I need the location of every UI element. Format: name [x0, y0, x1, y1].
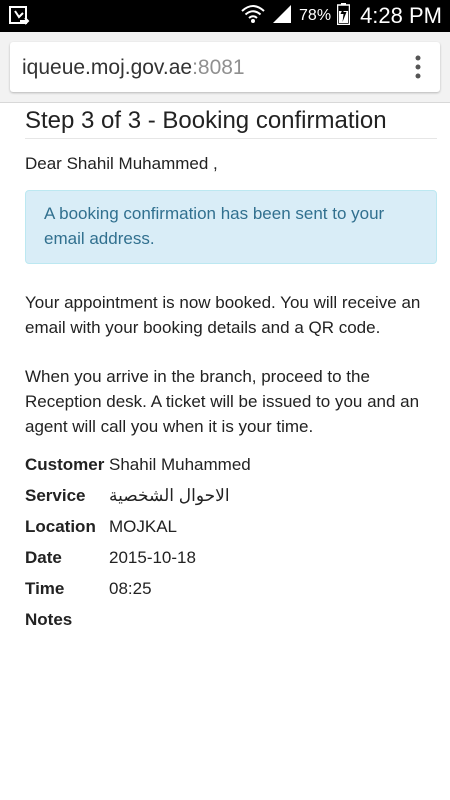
signal-icon: [271, 4, 293, 29]
wifi-icon: [241, 4, 265, 29]
detail-row-location: Location MOJKAL: [25, 511, 437, 542]
confirmation-alert: A booking confirmation has been sent to …: [25, 190, 437, 264]
booking-details: Customer Shahil Muhammed Service الاحوال…: [25, 449, 437, 635]
battery-charging-icon: [336, 2, 351, 30]
detail-row-customer: Customer Shahil Muhammed: [25, 449, 437, 480]
url-host: iqueue.moj.gov.ae: [22, 56, 193, 79]
detail-value: الاحوال الشخصية: [109, 485, 230, 505]
detail-label: Service: [25, 485, 86, 505]
battery-percent: 78%: [299, 7, 332, 24]
detail-label: Location: [25, 516, 96, 536]
detail-label: Customer: [25, 454, 105, 474]
status-bar: 78% 4:28 PM: [0, 0, 450, 32]
detail-value: Shahil Muhammed: [109, 454, 251, 474]
address-bar[interactable]: iqueue.moj.gov.ae:8081: [10, 42, 440, 92]
greeting: Dear Shahil Muhammed ,: [25, 154, 218, 173]
detail-row-service: Service الاحوال الشخصية: [25, 480, 437, 511]
download-notification-icon: [8, 5, 30, 27]
overflow-menu-icon[interactable]: [406, 54, 430, 80]
page-title: Step 3 of 3 - Booking confirmation: [25, 103, 437, 139]
page-content: Step 3 of 3 - Booking confirmation Dear …: [25, 103, 437, 635]
booked-paragraph: Your appointment is now booked. You will…: [25, 293, 421, 337]
detail-value: 2015-10-18: [109, 547, 196, 567]
detail-row-time: Time 08:25: [25, 573, 437, 604]
url-port: :8081: [192, 56, 245, 79]
detail-row-notes: Notes: [25, 604, 437, 635]
detail-label: Notes: [25, 609, 73, 629]
detail-label: Date: [25, 547, 62, 567]
detail-label: Time: [25, 578, 65, 598]
browser-toolbar: iqueue.moj.gov.ae:8081: [0, 32, 450, 103]
url-text[interactable]: iqueue.moj.gov.ae:8081: [22, 56, 245, 80]
clock: 4:28 PM: [360, 3, 442, 28]
detail-row-date: Date 2015-10-18: [25, 542, 437, 573]
detail-value: MOJKAL: [109, 516, 178, 536]
detail-value: 08:25: [109, 578, 152, 598]
arrival-instructions: When you arrive in the branch, proceed t…: [25, 367, 420, 436]
